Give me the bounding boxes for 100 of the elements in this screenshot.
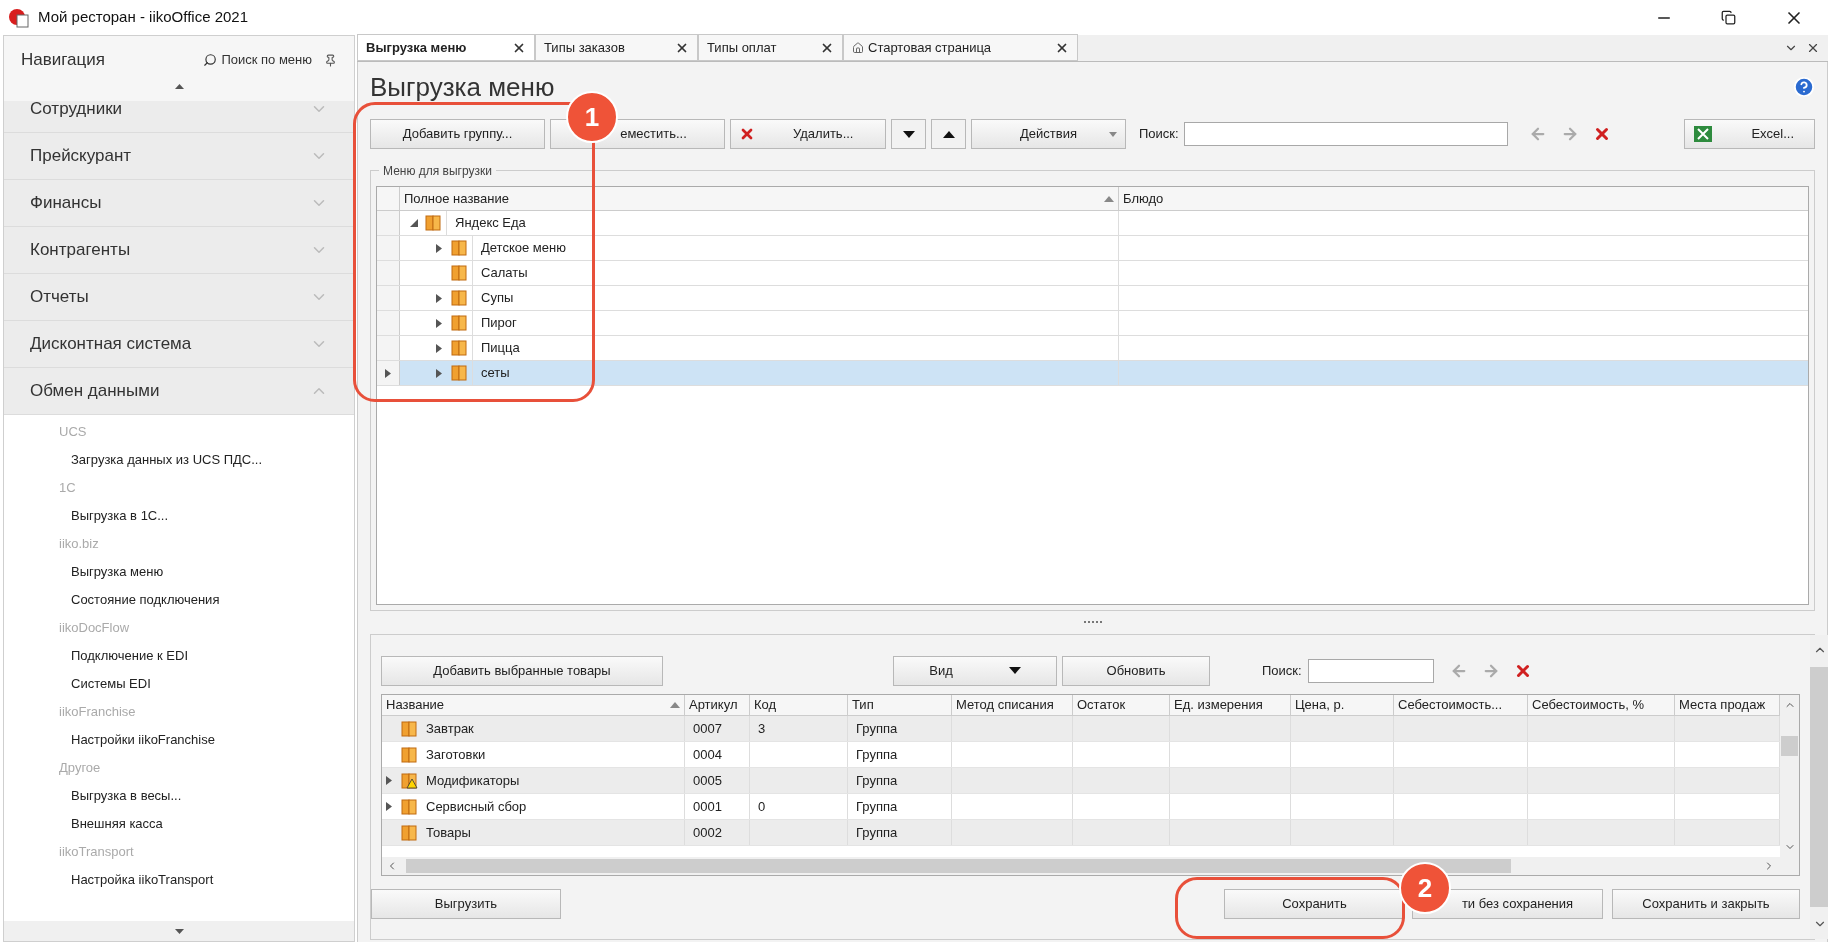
folder-icon xyxy=(450,314,468,332)
spreadsheet-icon xyxy=(1693,125,1713,143)
nav-group-label: UCS xyxy=(59,423,87,442)
tree-row[interactable]: Яндекс Еда xyxy=(377,211,1808,236)
nav-section[interactable]: Отчеты xyxy=(4,274,354,321)
tree-item-label: Салаты xyxy=(472,261,536,285)
excel-export-button[interactable]: Excel... xyxy=(1684,119,1815,149)
product-row[interactable]: Завтрак 0007 3 Группа xyxy=(382,716,1780,742)
tree-row[interactable]: Пицца xyxy=(377,336,1808,361)
vertical-scrollbar[interactable] xyxy=(1780,695,1799,857)
nav-link[interactable]: Настройка iikoTransport xyxy=(71,870,214,890)
refresh-button[interactable]: Обновить xyxy=(1062,655,1210,686)
close-icon[interactable] xyxy=(1806,41,1820,55)
column-header[interactable]: Блюдо xyxy=(1119,187,1808,210)
tab[interactable]: Типы заказов xyxy=(535,34,698,61)
expand-icon[interactable] xyxy=(386,776,392,785)
search-label: Поиск: xyxy=(1262,661,1302,680)
nav-section[interactable]: Сотрудники xyxy=(4,101,354,133)
tree-row[interactable]: Пирог xyxy=(377,311,1808,336)
add-group-button[interactable]: Добавить группу... xyxy=(370,119,545,149)
nav-section[interactable]: Дисконтная система xyxy=(4,321,354,368)
expand-icon[interactable] xyxy=(436,293,442,303)
save-button[interactable]: Сохранить xyxy=(1224,889,1405,919)
triangle-up-icon xyxy=(942,130,955,138)
nav-link[interactable]: Выгрузка меню xyxy=(71,562,164,582)
expand-icon[interactable] xyxy=(436,243,442,253)
column-header[interactable]: Себестоимость, % xyxy=(1528,695,1675,715)
column-header[interactable]: Полное название xyxy=(400,187,1119,210)
nav-link[interactable]: Внешняя касса xyxy=(71,814,163,834)
nav-group-label: Другое xyxy=(59,759,101,778)
column-header[interactable]: Артикул xyxy=(685,695,750,715)
table-cell: 0007 xyxy=(685,716,750,741)
splitter-grip-icon[interactable] xyxy=(1082,621,1103,624)
product-row[interactable]: Заготовки 0004 Группа xyxy=(382,742,1780,768)
tab[interactable]: Выгрузка меню xyxy=(357,34,535,61)
nav-link[interactable]: Выгрузка в 1C... xyxy=(71,506,169,526)
search-field[interactable] xyxy=(1183,122,1508,146)
help-icon[interactable] xyxy=(1793,76,1815,98)
tab[interactable]: Стартовая страница xyxy=(843,34,1078,61)
search-field[interactable] xyxy=(1307,658,1434,683)
tree-item-label: сеты xyxy=(472,361,518,385)
row-header[interactable] xyxy=(377,361,400,385)
collapse-icon[interactable] xyxy=(410,219,418,227)
scroll-up-icon[interactable] xyxy=(174,84,184,89)
expand-icon[interactable] xyxy=(386,802,392,811)
move-up-button[interactable] xyxy=(931,119,966,149)
tree-row[interactable]: сеты xyxy=(377,361,1808,386)
move-down-button[interactable] xyxy=(891,119,926,149)
expand-icon[interactable] xyxy=(436,343,442,353)
sort-ascending-icon xyxy=(1104,195,1114,202)
tab[interactable]: Типы оплат xyxy=(698,34,843,61)
tree-row[interactable]: Салаты xyxy=(377,261,1808,286)
nav-link[interactable]: Подключение к EDI xyxy=(71,646,188,666)
nav-link[interactable]: Настройки iikoFranchise xyxy=(71,730,215,750)
column-header[interactable]: Тип xyxy=(848,695,952,715)
save-and-close-button[interactable]: Сохранить и закрыть xyxy=(1612,889,1800,919)
horizontal-scrollbar[interactable] xyxy=(382,857,1799,875)
restore-icon[interactable] xyxy=(1721,10,1736,25)
actions-dropdown[interactable]: Действия xyxy=(971,119,1126,149)
table-cell-text: Сервисный сбор xyxy=(426,797,527,816)
nav-link[interactable]: Загрузка данных из UCS ПДС... xyxy=(71,450,263,470)
nav-section[interactable]: Обмен данными xyxy=(4,368,354,415)
product-row[interactable]: Модификаторы 0005 Группа xyxy=(382,768,1780,794)
app-logo-icon xyxy=(8,6,30,29)
nav-link[interactable]: Состояние подключения xyxy=(71,590,220,610)
column-header[interactable]: Ед. измерения xyxy=(1170,695,1291,715)
add-selected-button[interactable]: Добавить выбранные товары xyxy=(381,655,663,686)
column-header[interactable]: Код xyxy=(750,695,848,715)
menu-search-link[interactable]: Поиск по меню xyxy=(221,50,312,70)
table-cell-text: Завтрак xyxy=(426,719,474,738)
product-row[interactable]: Товары 0002 Группа xyxy=(382,820,1780,846)
scroll-thumb[interactable] xyxy=(1810,667,1828,907)
nav-section[interactable]: Финансы xyxy=(4,180,354,227)
table-cell-text: Модификаторы xyxy=(426,771,520,790)
nav-section[interactable]: Контрагенты xyxy=(4,227,354,274)
tree-item-label: Пирог xyxy=(472,311,525,335)
nav-section[interactable]: Прейскурант xyxy=(4,133,354,180)
product-row[interactable]: Сервисный сбор 0001 0 Группа xyxy=(382,794,1780,820)
column-header[interactable]: Название xyxy=(382,695,685,715)
view-dropdown[interactable]: Вид xyxy=(893,655,1057,686)
tree-row[interactable]: Детское меню xyxy=(377,236,1808,261)
nav-group-label: iikoFranchise xyxy=(59,703,136,722)
tree-row[interactable]: Супы xyxy=(377,286,1808,311)
nav-link[interactable]: Системы EDI xyxy=(71,674,151,694)
table-cell: Группа xyxy=(848,742,952,767)
scroll-thumb[interactable] xyxy=(1781,736,1798,756)
nav-link[interactable]: Выгрузка в весы... xyxy=(71,786,182,806)
export-button[interactable]: Выгрузить xyxy=(371,889,561,919)
expand-icon[interactable] xyxy=(436,368,442,378)
column-header[interactable]: Остаток xyxy=(1073,695,1170,715)
column-header[interactable]: Метод списания xyxy=(952,695,1073,715)
column-header[interactable]: Цена, р. xyxy=(1291,695,1394,715)
triangle-down-icon xyxy=(902,130,915,138)
scroll-thumb[interactable] xyxy=(406,859,1511,873)
expand-icon[interactable] xyxy=(436,318,442,328)
tree-item-label: Пицца xyxy=(472,336,528,360)
delete-button[interactable]: Удалить... xyxy=(730,119,886,149)
column-header[interactable]: Себестоимость... xyxy=(1394,695,1528,715)
scroll-down-icon[interactable] xyxy=(174,928,184,934)
pin-icon[interactable] xyxy=(324,53,337,67)
